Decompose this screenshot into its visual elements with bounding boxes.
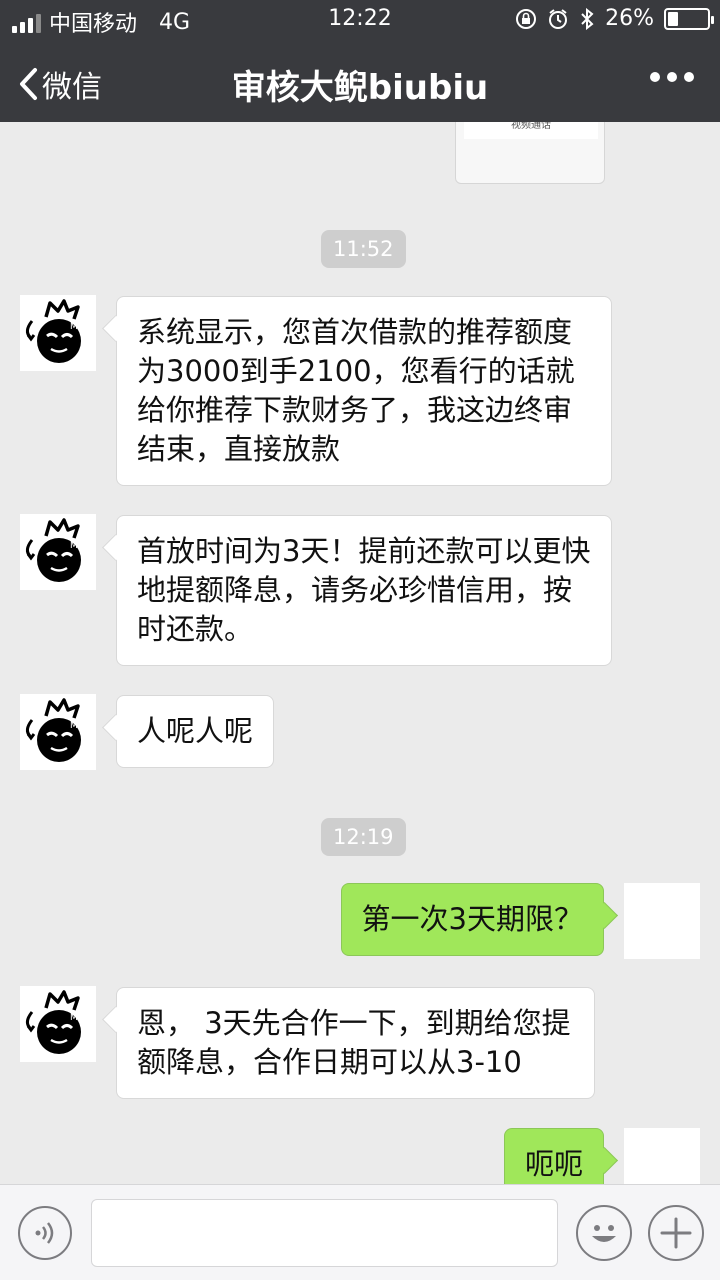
contact-avatar[interactable]: Mb: [20, 295, 96, 371]
message-bubble[interactable]: 恩， 3天先合作一下，到期给您提额降息，合作日期可以从3-10: [116, 987, 595, 1099]
plus-icon: [660, 1217, 692, 1249]
contact-avatar[interactable]: Mb: [20, 694, 96, 770]
message-bubble[interactable]: 首放时间为3天！提前还款可以更快地提额降息，请务必珍惜信用，按时还款。: [116, 515, 612, 666]
nav-bar: 微信 审核大鲵biubiu: [0, 40, 720, 122]
emoji-icon: [592, 1225, 616, 1242]
svg-text:Mb: Mb: [70, 1013, 84, 1023]
timestamp: 11:52: [321, 230, 406, 268]
message-list[interactable]: 视频通话 11:52 Mb 系统显示，您首次借款的推荐额度为3000到手2100…: [0, 122, 720, 1184]
voice-icon: [35, 1222, 54, 1244]
contact-avatar[interactable]: Mb: [20, 986, 96, 1062]
message-bubble[interactable]: 系统显示，您首次借款的推荐额度为3000到手2100，您看行的话就给你推荐下款财…: [116, 296, 612, 486]
user-avatar[interactable]: [624, 883, 700, 959]
svg-text:Mb: Mb: [70, 541, 84, 551]
more-dots-icon[interactable]: [650, 72, 694, 82]
message-bubble-sent[interactable]: 呃呃: [503, 1128, 604, 1184]
bluetooth-icon: [581, 7, 594, 30]
chat-title: 审核大鲵biubiu: [231, 68, 489, 108]
plus-button[interactable]: [648, 1205, 704, 1261]
rotation-lock-icon: [516, 8, 537, 29]
status-bar: 中国移动 4G 12:22 26%: [0, 0, 720, 40]
message-input[interactable]: [91, 1199, 558, 1267]
previous-card-label: 视频通话: [464, 122, 598, 139]
message-bubble-sent[interactable]: 第一次3天期限？: [340, 883, 604, 956]
user-avatar[interactable]: [624, 1128, 700, 1184]
input-bar: [0, 1184, 720, 1280]
message-bubble[interactable]: 人呢人呢: [116, 695, 275, 768]
previous-message-card[interactable]: 视频通话: [455, 122, 605, 184]
battery-icon: [664, 7, 714, 30]
alarm-icon: [549, 8, 568, 29]
svg-text:Mb: Mb: [70, 721, 84, 731]
battery-percent: 26%: [605, 6, 654, 31]
svg-text:Mb: Mb: [70, 322, 84, 332]
contact-avatar[interactable]: Mb: [20, 514, 96, 590]
voice-button[interactable]: [18, 1206, 72, 1260]
timestamp: 12:19: [321, 818, 406, 856]
emoji-button[interactable]: [576, 1205, 632, 1261]
